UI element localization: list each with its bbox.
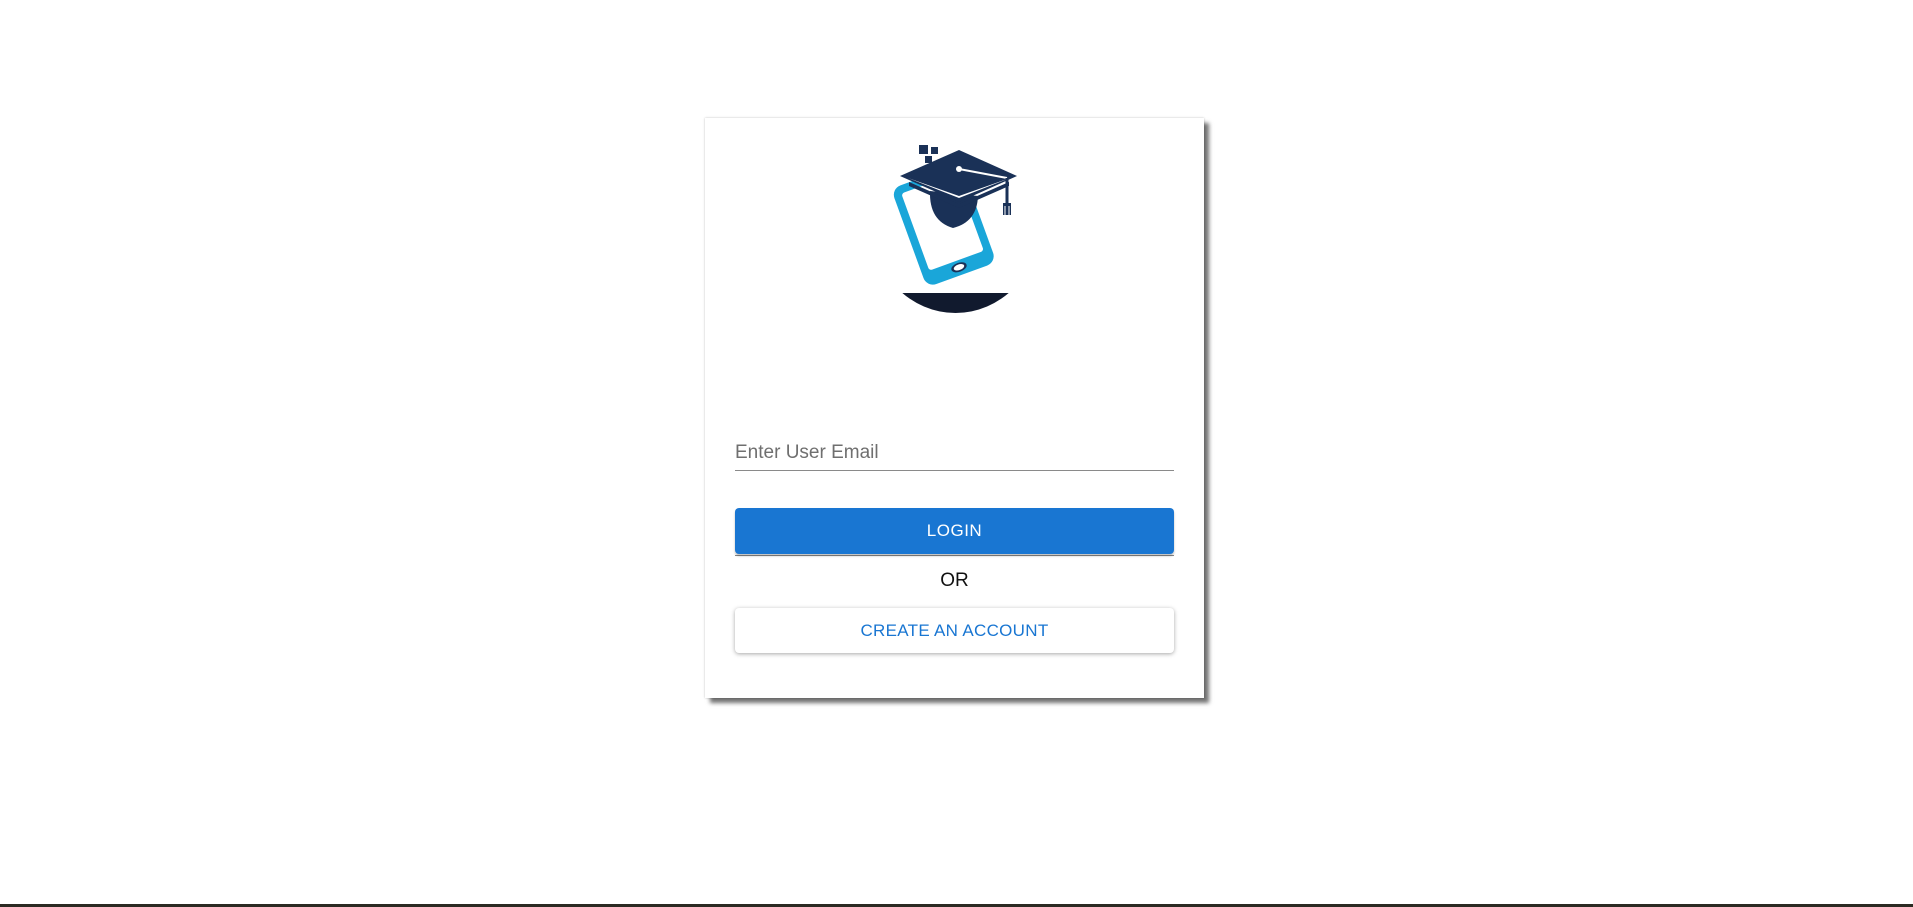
or-divider-text: OR bbox=[940, 570, 969, 591]
logo bbox=[705, 118, 1204, 318]
email-input[interactable] bbox=[735, 442, 1174, 464]
login-button[interactable]: LOGIN bbox=[735, 508, 1174, 554]
graduation-cap-phone-icon bbox=[893, 145, 1017, 285]
email-field[interactable] bbox=[735, 418, 1174, 471]
login-page: LOGIN OR CREATE AN ACCOUNT bbox=[0, 0, 1913, 907]
login-card: LOGIN OR CREATE AN ACCOUNT bbox=[705, 118, 1204, 698]
create-account-button[interactable]: CREATE AN ACCOUNT bbox=[735, 608, 1174, 653]
logo-arc-shape bbox=[873, 293, 1038, 313]
